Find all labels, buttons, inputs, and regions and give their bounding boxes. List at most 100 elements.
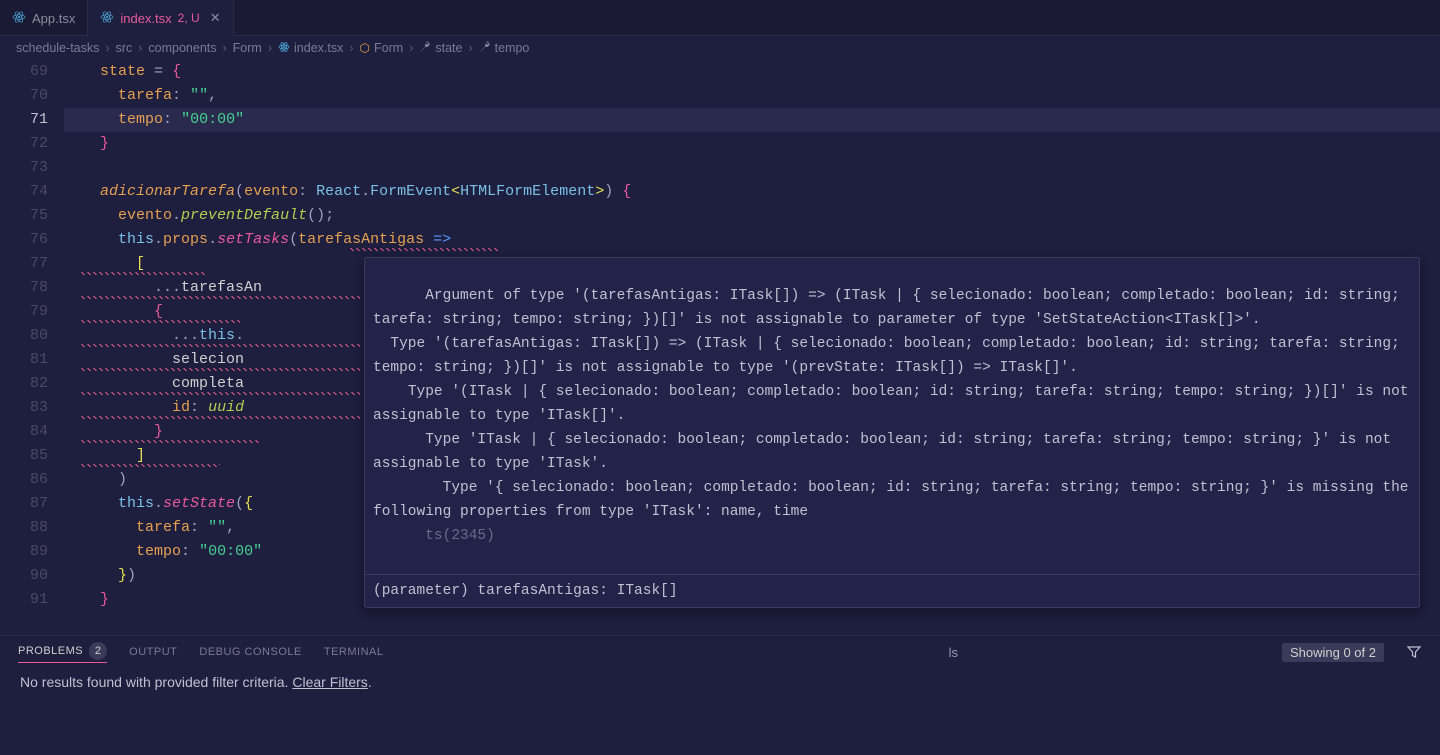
wrench-icon xyxy=(419,41,431,56)
code-line[interactable]: tarefa: "", xyxy=(64,84,1440,108)
error-squiggle xyxy=(80,272,206,275)
hover-signature: (parameter) tarefasAntigas: ITask[] xyxy=(365,575,1419,607)
error-squiggle xyxy=(80,296,360,299)
close-icon[interactable]: ✕ xyxy=(210,10,221,26)
tab-terminal[interactable]: TERMINAL xyxy=(324,646,384,658)
breadcrumb-separator: › xyxy=(223,41,227,55)
panel-body: No results found with provided filter cr… xyxy=(0,668,1440,696)
tab-terminal-label: TERMINAL xyxy=(324,646,384,658)
line-number: 88 xyxy=(0,516,48,540)
code-line[interactable]: tempo: "00:00" xyxy=(64,108,1440,132)
breadcrumb-label: Form xyxy=(233,41,262,55)
editor-tab[interactable]: App.tsx xyxy=(0,0,88,36)
code-line[interactable]: adicionarTarefa(evento: React.FormEvent<… xyxy=(64,180,1440,204)
code-line[interactable]: this.props.setTasks(tarefasAntigas => xyxy=(64,228,1440,252)
line-number: 85 xyxy=(0,444,48,468)
error-squiggle xyxy=(80,464,220,467)
breadcrumb-item[interactable]: Form xyxy=(233,41,262,55)
tab-status: 2, U xyxy=(178,11,200,25)
breadcrumb-separator: › xyxy=(105,41,109,55)
code-line[interactable]: evento.preventDefault(); xyxy=(64,204,1440,228)
line-number: 78 xyxy=(0,276,48,300)
error-squiggle xyxy=(80,320,240,323)
line-number: 75 xyxy=(0,204,48,228)
line-number: 87 xyxy=(0,492,48,516)
period: . xyxy=(368,674,372,690)
breadcrumb-item[interactable]: src xyxy=(116,41,133,55)
breadcrumb-item[interactable]: ⬡ Form xyxy=(360,41,404,55)
error-hover-tooltip: Argument of type '(tarefasAntigas: ITask… xyxy=(364,257,1420,608)
line-number-gutter: 6970717273747576777879808182838485868788… xyxy=(0,60,64,612)
error-squiggle xyxy=(349,248,499,251)
error-text: Argument of type '(tarefasAntigas: ITask… xyxy=(373,288,1417,520)
tab-output-label: OUTPUT xyxy=(129,646,177,658)
tab-problems[interactable]: PROBLEMS 2 xyxy=(18,642,107,663)
breadcrumb-item[interactable]: state xyxy=(419,41,462,56)
code-line[interactable] xyxy=(64,156,1440,180)
line-number: 86 xyxy=(0,468,48,492)
filter-icon[interactable] xyxy=(1406,644,1422,660)
tab-filename: App.tsx xyxy=(32,11,75,26)
editor-tab[interactable]: index.tsx 2, U ✕ xyxy=(88,0,233,36)
class-icon: ⬡ xyxy=(360,41,370,55)
breadcrumb-item[interactable]: components xyxy=(148,41,216,55)
line-number: 71 xyxy=(0,108,48,132)
error-message: Argument of type '(tarefasAntigas: ITask… xyxy=(365,258,1419,574)
line-number: 70 xyxy=(0,84,48,108)
clear-filters-link[interactable]: Clear Filters xyxy=(292,674,367,690)
line-number: 76 xyxy=(0,228,48,252)
line-number: 81 xyxy=(0,348,48,372)
editor-tabs-bar: App.tsx index.tsx 2, U ✕ xyxy=(0,0,1440,36)
line-number: 73 xyxy=(0,156,48,180)
line-number: 74 xyxy=(0,180,48,204)
tab-debug-label: DEBUG CONSOLE xyxy=(199,646,301,658)
line-number: 91 xyxy=(0,588,48,612)
tab-debug-console[interactable]: DEBUG CONSOLE xyxy=(199,646,301,658)
line-number: 77 xyxy=(0,252,48,276)
breadcrumb-separator: › xyxy=(409,41,413,55)
breadcrumb-label: schedule-tasks xyxy=(16,41,99,55)
code-line[interactable]: } xyxy=(64,132,1440,156)
breadcrumb-label: state xyxy=(435,41,462,55)
line-number: 84 xyxy=(0,420,48,444)
tab-output[interactable]: OUTPUT xyxy=(129,646,177,658)
react-icon xyxy=(100,10,114,27)
no-results-text: No results found with provided filter cr… xyxy=(20,674,292,690)
error-squiggle xyxy=(80,440,260,443)
line-number: 90 xyxy=(0,564,48,588)
error-squiggle xyxy=(80,368,360,371)
line-number: 82 xyxy=(0,372,48,396)
breadcrumb-label: tempo xyxy=(495,41,530,55)
bottom-panel: PROBLEMS 2 OUTPUT DEBUG CONSOLE TERMINAL… xyxy=(0,635,1440,755)
line-number: 83 xyxy=(0,396,48,420)
breadcrumb-separator: › xyxy=(268,41,272,55)
breadcrumb-item[interactable]: tempo xyxy=(479,41,530,56)
editor-area[interactable]: 6970717273747576777879808182838485868788… xyxy=(0,60,1440,612)
breadcrumb-separator: › xyxy=(138,41,142,55)
line-number: 69 xyxy=(0,60,48,84)
breadcrumb-separator: › xyxy=(468,41,472,55)
breadcrumb-label: Form xyxy=(374,41,403,55)
showing-count: Showing 0 of 2 xyxy=(1282,643,1384,662)
line-number: 72 xyxy=(0,132,48,156)
line-number: 89 xyxy=(0,540,48,564)
error-squiggle xyxy=(80,416,360,419)
breadcrumb-label: index.tsx xyxy=(294,41,343,55)
react-icon xyxy=(278,41,290,56)
react-icon xyxy=(12,10,26,27)
error-squiggle xyxy=(80,392,360,395)
breadcrumb-item[interactable]: index.tsx xyxy=(278,41,343,56)
breadcrumb-label: components xyxy=(148,41,216,55)
breadcrumb-item[interactable]: schedule-tasks xyxy=(16,41,99,55)
wrench-icon xyxy=(479,41,491,56)
line-number: 80 xyxy=(0,324,48,348)
tab-problems-label: PROBLEMS xyxy=(18,645,83,657)
breadcrumb-label: src xyxy=(116,41,133,55)
panel-tabs: PROBLEMS 2 OUTPUT DEBUG CONSOLE TERMINAL… xyxy=(0,636,1440,668)
breadcrumb: schedule-tasks › src › components › Form › index… xyxy=(0,36,1440,60)
breadcrumb-separator: › xyxy=(349,41,353,55)
error-squiggle xyxy=(80,344,360,347)
line-number: 79 xyxy=(0,300,48,324)
code-line[interactable]: state = { xyxy=(64,60,1440,84)
tab-filename: index.tsx xyxy=(120,11,171,26)
